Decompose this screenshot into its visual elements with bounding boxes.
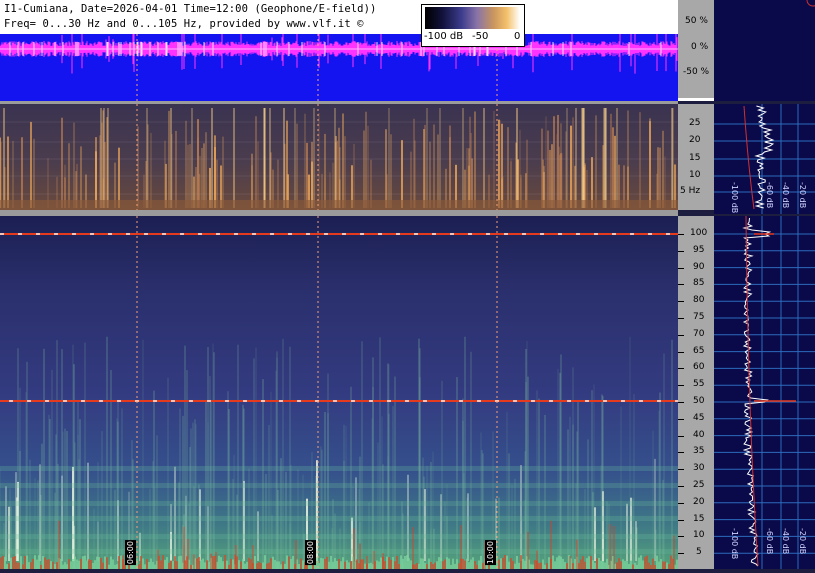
spectrogram-high-svg <box>0 216 679 569</box>
waveform-panel <box>0 24 678 101</box>
spectrogram-low-svg <box>0 104 678 210</box>
waveform-svg <box>0 24 678 101</box>
colorbar-label-mid: -50 <box>472 31 489 42</box>
time-label: 10:00 <box>485 540 496 566</box>
colorbar-label-min: -100 dB <box>424 31 464 42</box>
scale-tick: 90 <box>693 261 705 272</box>
colorbar-legend: -100 dB -50 0 <box>421 4 525 47</box>
scale-tick: -50 % <box>683 67 710 77</box>
station-info-line: I1-Cumiana, Date=2026-04-01 Time=12:00 (… <box>4 3 377 15</box>
scale-tick: 15 <box>689 153 701 163</box>
scale-tick: 35 <box>693 446 705 457</box>
scale-tick: 5 <box>696 547 702 558</box>
scale-tick: 10 <box>693 530 705 541</box>
db-label: -100 dB <box>730 528 739 560</box>
db-label: -20 dB <box>798 528 807 555</box>
db-label: -40 dB <box>781 182 790 209</box>
spectrum-profile-high-svg <box>714 215 815 569</box>
scale-tick: 95 <box>693 244 705 255</box>
scale-tick: 0 % <box>691 42 709 52</box>
scale-tick: 20 <box>689 135 701 145</box>
spectrogram-low-scale: 25 20 15 10 5 Hz <box>678 104 714 210</box>
scale-tick: 80 <box>693 295 705 306</box>
colorbar-gradient <box>425 7 520 29</box>
frequency-info-line: Freq= 0...30 Hz and 0...105 Hz, provided… <box>4 18 364 30</box>
db-label: -60 dB <box>765 528 774 555</box>
scale-tick: 15 <box>693 513 705 524</box>
colorbar-label-max: 0 <box>514 31 521 42</box>
scale-tick: 45 <box>693 412 705 423</box>
scale-tick: 20 <box>693 496 705 507</box>
scale-tick: 50 <box>693 396 705 406</box>
scale-tick: 25 <box>693 480 705 490</box>
side-panel-top <box>714 0 815 101</box>
spectrum-profile-low: -100 dB -60 dB -40 dB -20 dB <box>714 104 815 214</box>
scale-tick: 60 <box>693 362 705 373</box>
scale-tick: 40 <box>693 429 705 440</box>
spectrogram-high-scale: 100 95 90 85 80 75 70 65 60 55 50 45 40 35 30 25 20 15 10 5 <box>678 216 714 569</box>
scale-tick: 70 <box>693 328 705 339</box>
scale-tick: 50 % <box>685 16 708 26</box>
scale-tick: 100 <box>690 228 708 238</box>
waveform-scale: 50 % 0 % -50 % <box>678 0 714 101</box>
time-label: 08:00 <box>305 540 316 566</box>
spectrogram-high-panel <box>0 216 679 569</box>
scale-tick: 65 <box>693 345 705 356</box>
chart-header: I1-Cumiana, Date=2026-04-01 Time=12:00 (… <box>0 0 678 34</box>
scale-tick: 10 <box>689 170 701 180</box>
scale-tick: 30 <box>693 463 705 474</box>
time-label: 06:00 <box>125 540 136 566</box>
scale-tick: 75 <box>693 312 705 322</box>
scale-tick: 55 <box>693 379 705 390</box>
scale-tick: 5 Hz <box>680 186 701 196</box>
spectrogram-low-panel <box>0 104 678 210</box>
db-label: -20 dB <box>798 182 807 209</box>
db-label: -40 dB <box>781 528 790 555</box>
spectrum-profile-high: -100 dB -60 dB -40 dB -20 dB <box>714 215 815 569</box>
scale-tick: 25 <box>689 118 701 128</box>
db-label: -60 dB <box>765 182 774 209</box>
scale-tick: 85 <box>693 278 705 289</box>
db-label: -100 dB <box>730 182 739 214</box>
